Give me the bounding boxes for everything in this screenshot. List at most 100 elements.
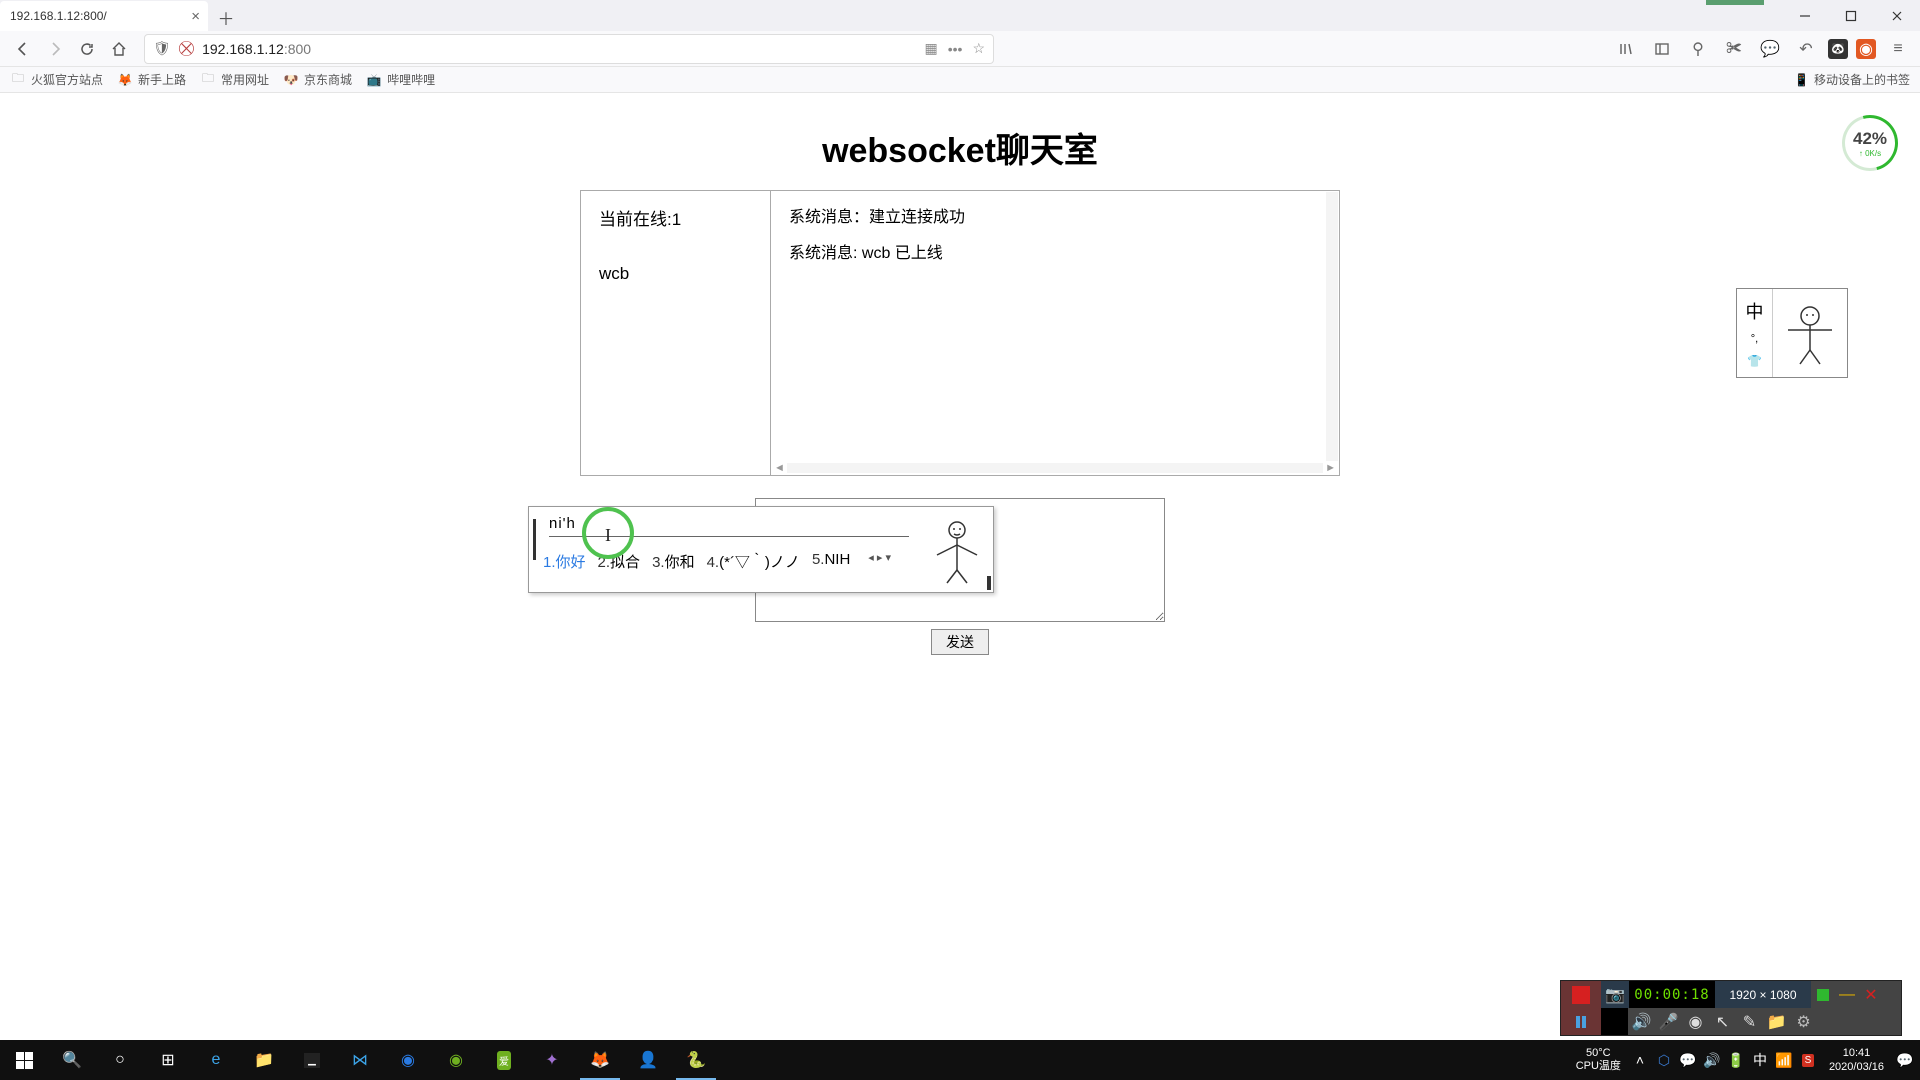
tray-wifi-icon[interactable]: 📶	[1773, 1040, 1795, 1080]
window-close-button[interactable]	[1874, 0, 1920, 31]
folder-icon[interactable]: 📁	[1763, 1008, 1790, 1035]
audio-icon[interactable]: 🔊	[1628, 1008, 1655, 1035]
app-icon-teal[interactable]: 👤	[624, 1040, 672, 1080]
ext-icon-5[interactable]: 🐼	[1828, 39, 1848, 59]
tray-shield-icon[interactable]: ⬡	[1653, 1040, 1675, 1080]
new-tab-button[interactable]: ＋	[212, 3, 240, 31]
home-button[interactable]	[104, 34, 134, 64]
firefox-taskbar-icon[interactable]: 🦊	[576, 1040, 624, 1080]
bookmark-item[interactable]: 🗀火狐官方站点	[10, 71, 103, 88]
shield-icon[interactable]: 🛡	[153, 40, 171, 57]
tray-lang-icon[interactable]: 中	[1749, 1040, 1771, 1080]
browser-tab[interactable]: 192.168.1.12:800/ ×	[0, 1, 208, 31]
search-button[interactable]: 🔍	[48, 1040, 96, 1080]
cortana-button[interactable]: ○	[96, 1040, 144, 1080]
ext-icon-6[interactable]: ◉	[1856, 39, 1876, 59]
ext-icon-1[interactable]: ⚲	[1684, 35, 1712, 63]
start-button[interactable]	[0, 1040, 48, 1080]
scrollbar-horizontal[interactable]: ◄►	[772, 462, 1338, 474]
tab-title: 192.168.1.12:800/	[10, 9, 107, 23]
ext-icon-3[interactable]: 💬	[1756, 35, 1784, 63]
send-button[interactable]: 发送	[931, 629, 989, 655]
mic-icon[interactable]: 🎤	[1655, 1008, 1682, 1035]
ext-icon-4[interactable]: ↶	[1792, 35, 1820, 63]
mobile-bookmarks[interactable]: 📱移动设备上的书签	[1794, 71, 1910, 88]
ime-skin-icon[interactable]: 👕	[1747, 354, 1762, 368]
ime-candidate-1[interactable]: 1.你好	[543, 551, 586, 572]
notifications-button[interactable]: 💬	[1894, 1040, 1916, 1080]
qr-icon[interactable]: ▦	[924, 40, 937, 57]
forward-button[interactable]	[40, 34, 70, 64]
url-text: 192.168.1.12:800	[202, 41, 311, 57]
app-icon-blue[interactable]: ◉	[384, 1040, 432, 1080]
ime-candidate-window[interactable]: ni'h 1.你好 2.拟合 3.你和 4.(*´▽｀)ノノ 5.NIH ◂ ▸…	[528, 506, 994, 593]
firefox-icon: 🦊	[117, 72, 133, 88]
webcam-toggle[interactable]	[1601, 1008, 1628, 1035]
settings-icon[interactable]: ⚙	[1790, 1008, 1817, 1035]
back-button[interactable]	[8, 34, 38, 64]
ime-punct[interactable]: °,	[1751, 333, 1758, 345]
net-speed: ↑ 0K/s	[1859, 149, 1881, 158]
webcam-icon[interactable]: ◉	[1682, 1008, 1709, 1035]
camera-icon[interactable]: 📷	[1601, 981, 1629, 1008]
app-menu-button[interactable]: ≡	[1884, 35, 1912, 63]
window-minimize-button[interactable]	[1782, 0, 1828, 31]
region-button[interactable]	[1811, 981, 1835, 1008]
ime-mode[interactable]: 中	[1746, 298, 1764, 324]
scrollbar-vertical[interactable]	[1326, 192, 1338, 461]
address-bar[interactable]: 🛡 ⛒ 192.168.1.12:800 ▦ ••• ☆	[144, 34, 994, 64]
cpu-temp[interactable]: 50°CCPU温度	[1570, 1047, 1627, 1073]
close-rec-button[interactable]: ✕	[1859, 981, 1883, 1008]
app-icon-purple[interactable]: ✦	[528, 1040, 576, 1080]
screen-recorder[interactable]: 📷 00:00:18 1920 × 1080 — ✕ 🔊 🎤 ◉ ↖ ✎ 📁 ⚙	[1560, 980, 1902, 1036]
folder-icon: 🗀	[10, 72, 26, 88]
ime-candidate-3[interactable]: 3.你和	[652, 551, 695, 572]
app-icon-green2[interactable]: 爱	[480, 1040, 528, 1080]
ime-candidate-5[interactable]: 5.NIH	[812, 551, 850, 572]
sidebar-icon[interactable]	[1648, 35, 1676, 63]
pause-button[interactable]	[1561, 1008, 1601, 1035]
bookmark-item[interactable]: 📺哔哩哔哩	[366, 71, 435, 88]
mobile-icon: 📱	[1794, 73, 1809, 87]
jd-icon: 🐶	[283, 72, 299, 88]
ime-resize-handle[interactable]	[987, 576, 991, 590]
tray-ime-icon[interactable]: S	[1797, 1040, 1819, 1080]
tray-clock[interactable]: 10:412020/03/16	[1821, 1046, 1892, 1075]
taskview-button[interactable]: ⊞	[144, 1040, 192, 1080]
minimize-rec-button[interactable]: —	[1835, 981, 1859, 1008]
record-button[interactable]	[1561, 981, 1601, 1008]
nav-bar: 🛡 ⛒ 192.168.1.12:800 ▦ ••• ☆ ⚲ ✀ 💬 ↶ 🐼 ◉…	[0, 31, 1920, 67]
bookmark-item[interactable]: 🦊新手上路	[117, 71, 186, 88]
terminal-icon[interactable]: ▁	[288, 1040, 336, 1080]
ext-icon-2[interactable]: ✀	[1720, 35, 1748, 63]
ime-page-arrows[interactable]: ◂ ▸ ▾	[868, 551, 891, 572]
pencil-icon[interactable]: ✎	[1736, 1008, 1763, 1035]
ime-candidate-4[interactable]: 4.(*´▽｀)ノノ	[707, 551, 800, 572]
bookmarks-bar: 🗀火狐官方站点 🦊新手上路 🗀常用网址 🐶京东商城 📺哔哩哔哩 📱移动设备上的书…	[0, 67, 1920, 93]
tray-volume-icon[interactable]: 🔊	[1701, 1040, 1723, 1080]
ime-status-panel[interactable]: 中 °, 👕	[1736, 288, 1848, 378]
tray-wechat-icon[interactable]: 💬	[1677, 1040, 1699, 1080]
ime-status-left: 中 °, 👕	[1737, 289, 1773, 377]
tray-battery-icon[interactable]: 🔋	[1725, 1040, 1747, 1080]
bookmark-item[interactable]: 🗀常用网址	[200, 71, 269, 88]
ime-candidates: 1.你好 2.拟合 3.你和 4.(*´▽｀)ノノ 5.NIH ◂ ▸ ▾	[543, 551, 979, 572]
ime-candidate-2[interactable]: 2.拟合	[598, 551, 641, 572]
library-icon[interactable]	[1612, 35, 1640, 63]
page-actions-icon[interactable]: •••	[948, 41, 963, 57]
insecure-icon[interactable]: ⛒	[179, 40, 194, 57]
vscode-icon[interactable]: ⋈	[336, 1040, 384, 1080]
explorer-icon[interactable]: 📁	[240, 1040, 288, 1080]
edge-icon[interactable]: e	[192, 1040, 240, 1080]
app-icon-py[interactable]: 🐍	[672, 1040, 720, 1080]
tray-chevron-icon[interactable]: ˄	[1629, 1040, 1651, 1080]
window-maximize-button[interactable]	[1828, 0, 1874, 31]
close-tab-icon[interactable]: ×	[191, 8, 200, 25]
cpu-widget[interactable]: 42% ↑ 0K/s	[1842, 115, 1900, 173]
ime-composition: ni'h	[549, 515, 909, 537]
cursor-icon[interactable]: ↖	[1709, 1008, 1736, 1035]
reload-button[interactable]	[72, 34, 102, 64]
bookmark-item[interactable]: 🐶京东商城	[283, 71, 352, 88]
app-icon-green[interactable]: ◉	[432, 1040, 480, 1080]
bookmark-star-icon[interactable]: ☆	[972, 40, 985, 57]
